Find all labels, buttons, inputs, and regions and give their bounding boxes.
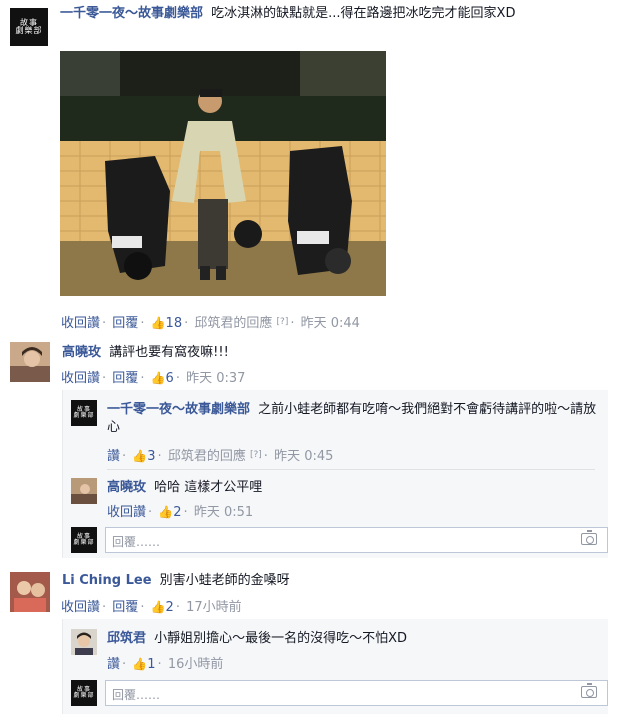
- like-count[interactable]: 3: [147, 449, 155, 464]
- thumbs-up-icon: 👍: [150, 316, 166, 330]
- comment-actions: 收回讚 · 回覆 · 👍2 · 17小時前: [61, 600, 242, 615]
- like-link[interactable]: 讚: [107, 449, 120, 464]
- timestamp[interactable]: 17小時前: [186, 600, 242, 615]
- timestamp[interactable]: 16小時前: [168, 657, 224, 672]
- photo-image: [60, 51, 386, 296]
- reply-text: 小靜姐別擔心～最後一名的沒得吃～不怕XD: [154, 631, 408, 646]
- comment-author[interactable]: 一千零一夜～故事劇樂部: [60, 6, 203, 21]
- avatar[interactable]: 故事 劇樂部: [10, 8, 48, 46]
- comment: 一千零一夜～故事劇樂部 吃冰淇淋的缺點就是...得在路邊把冰吃完才能回家XD: [60, 5, 615, 23]
- replier-info[interactable]: 邱筑君的回應: [194, 316, 272, 331]
- avatar-image: [10, 572, 50, 612]
- camera-icon[interactable]: [581, 530, 597, 545]
- reply-text: 哈哈 這樣才公平哩: [154, 480, 263, 495]
- comment-text: 講評也要有窩夜嘛!!!: [109, 345, 229, 360]
- reply: 高曉玫 哈哈 這樣才公平哩: [107, 479, 597, 497]
- comment-author[interactable]: 高曉玫: [62, 345, 101, 360]
- comment-text: 別害小蛙老師的金嗓呀: [159, 573, 290, 588]
- timestamp[interactable]: 昨天 0:51: [194, 505, 253, 520]
- reply-link[interactable]: 回覆: [112, 316, 138, 331]
- thumbs-up-icon: 👍: [150, 371, 166, 385]
- thumbs-up-icon: 👍: [132, 657, 148, 671]
- like-count[interactable]: 2: [173, 505, 181, 520]
- avatar-image: [71, 629, 97, 655]
- unlike-link[interactable]: 收回讚: [61, 316, 100, 331]
- comment: Li Ching Lee 別害小蛙老師的金嗓呀: [62, 572, 612, 590]
- avatar[interactable]: [71, 478, 97, 504]
- comment: 高曉玫 講評也要有窩夜嘛!!!: [62, 344, 612, 362]
- like-count[interactable]: 1: [147, 657, 155, 672]
- divider: [107, 469, 595, 470]
- reply: 邱筑君 小靜姐別擔心～最後一名的沒得吃～不怕XD: [107, 630, 597, 648]
- timestamp[interactable]: 昨天 0:37: [186, 371, 245, 386]
- like-count[interactable]: 6: [166, 371, 174, 386]
- comment-actions: 收回讚 · 回覆 · 👍6 · 昨天 0:37: [61, 371, 246, 386]
- camera-icon[interactable]: [581, 683, 597, 698]
- reply-actions: 讚 · 👍3 · 邱筑君的回應 [?] · 昨天 0:45: [107, 449, 334, 464]
- timestamp[interactable]: 昨天 0:44: [301, 316, 360, 331]
- like-count[interactable]: 18: [166, 316, 183, 331]
- reply-actions: 收回讚 · 👍2 · 昨天 0:51: [107, 505, 254, 520]
- reply-author[interactable]: 邱筑君: [107, 631, 146, 646]
- comment-text: 吃冰淇淋的缺點就是...得在路邊把冰吃完才能回家XD: [211, 6, 516, 21]
- unlike-link[interactable]: 收回讚: [61, 600, 100, 615]
- avatar[interactable]: [10, 342, 50, 382]
- reply-author[interactable]: 一千零一夜～故事劇樂部: [107, 402, 250, 417]
- avatar[interactable]: 故事 劇樂部: [71, 400, 97, 426]
- thumbs-up-icon: 👍: [132, 449, 148, 463]
- avatar[interactable]: [10, 572, 50, 612]
- like-link[interactable]: 讚: [107, 657, 120, 672]
- reply-link[interactable]: 回覆: [112, 371, 138, 386]
- replier-info[interactable]: 邱筑君的回應: [168, 449, 246, 464]
- avatar-image: [71, 478, 97, 504]
- reply-link[interactable]: 回覆: [112, 600, 138, 615]
- reply: 一千零一夜～故事劇樂部 之前小蛙老師都有吃唷～我們絕對不會虧待講評的啦～請放心: [107, 401, 597, 437]
- unlike-link[interactable]: 收回讚: [107, 505, 146, 520]
- reply-input[interactable]: 回覆……: [105, 527, 608, 553]
- avatar[interactable]: [71, 629, 97, 655]
- like-count[interactable]: 2: [166, 600, 174, 615]
- reply-input-placeholder: 回覆……: [112, 688, 161, 702]
- help-marker[interactable]: [?]: [277, 317, 289, 327]
- avatar-image: [10, 342, 50, 382]
- comment-author[interactable]: Li Ching Lee: [62, 573, 152, 588]
- avatar[interactable]: 故事 劇樂部: [71, 527, 97, 553]
- reply-author[interactable]: 高曉玫: [107, 480, 146, 495]
- help-marker[interactable]: [?]: [250, 450, 262, 460]
- comment-actions: 收回讚 · 回覆 · 👍18 · 邱筑君的回應 [?] · 昨天 0:44: [61, 316, 360, 331]
- timestamp[interactable]: 昨天 0:45: [274, 449, 333, 464]
- unlike-link[interactable]: 收回讚: [61, 371, 100, 386]
- reply-input[interactable]: 回覆……: [105, 680, 608, 706]
- comment-photo[interactable]: [60, 51, 386, 296]
- reply-actions: 讚 · 👍1 · 16小時前: [107, 657, 224, 672]
- reply-input-placeholder: 回覆……: [112, 535, 161, 549]
- avatar[interactable]: 故事 劇樂部: [71, 680, 97, 706]
- thumbs-up-icon: 👍: [158, 505, 174, 519]
- thumbs-up-icon: 👍: [150, 600, 166, 614]
